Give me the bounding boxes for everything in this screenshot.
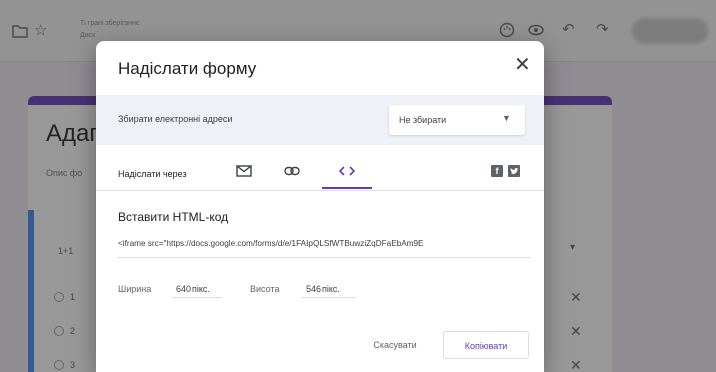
copy-button[interactable]: Копіювати bbox=[443, 331, 529, 359]
height-value: 546 bbox=[306, 284, 322, 294]
collect-emails-value: Не збирати bbox=[399, 115, 447, 125]
collect-emails-row: Збирати електронні адреси Не збирати ▼ bbox=[96, 95, 544, 145]
dialog-title: Надіслати форму bbox=[118, 59, 257, 78]
embed-code-underline bbox=[118, 257, 530, 258]
close-icon[interactable]: ✕ bbox=[514, 55, 531, 75]
code-icon bbox=[338, 166, 356, 176]
send-form-dialog: Надіслати форму ✕ Збирати електронні адр… bbox=[96, 41, 544, 372]
embed-code-field[interactable]: <iframe src="https://docs.google.com/for… bbox=[118, 239, 530, 257]
height-input[interactable]: 546 пікс. bbox=[302, 278, 356, 298]
width-value: 640 bbox=[176, 284, 192, 294]
width-unit: пікс. bbox=[192, 284, 210, 294]
height-unit: пікс. bbox=[322, 284, 340, 294]
chevron-down-icon: ▼ bbox=[502, 113, 511, 123]
active-tab-indicator bbox=[322, 187, 372, 189]
collect-emails-select[interactable]: Не збирати ▼ bbox=[389, 105, 525, 135]
height-label: Висота bbox=[250, 284, 280, 294]
send-via-embed-tab[interactable] bbox=[335, 161, 359, 181]
collect-emails-label: Збирати електронні адреси bbox=[118, 114, 233, 124]
twitter-icon[interactable] bbox=[508, 165, 520, 177]
send-via-email-tab[interactable] bbox=[232, 161, 256, 181]
facebook-icon[interactable]: f bbox=[491, 165, 503, 177]
width-label: Ширина bbox=[118, 284, 152, 294]
send-via-link-tab[interactable] bbox=[280, 161, 304, 181]
embed-html-title: Вставити HTML-код bbox=[118, 210, 229, 224]
email-icon bbox=[236, 165, 252, 177]
send-via-label: Надіслати через bbox=[118, 169, 187, 179]
link-icon bbox=[284, 166, 300, 176]
cancel-button[interactable]: Скасувати bbox=[358, 331, 432, 359]
width-input[interactable]: 640 пікс. bbox=[172, 278, 222, 298]
section-divider bbox=[96, 190, 544, 191]
